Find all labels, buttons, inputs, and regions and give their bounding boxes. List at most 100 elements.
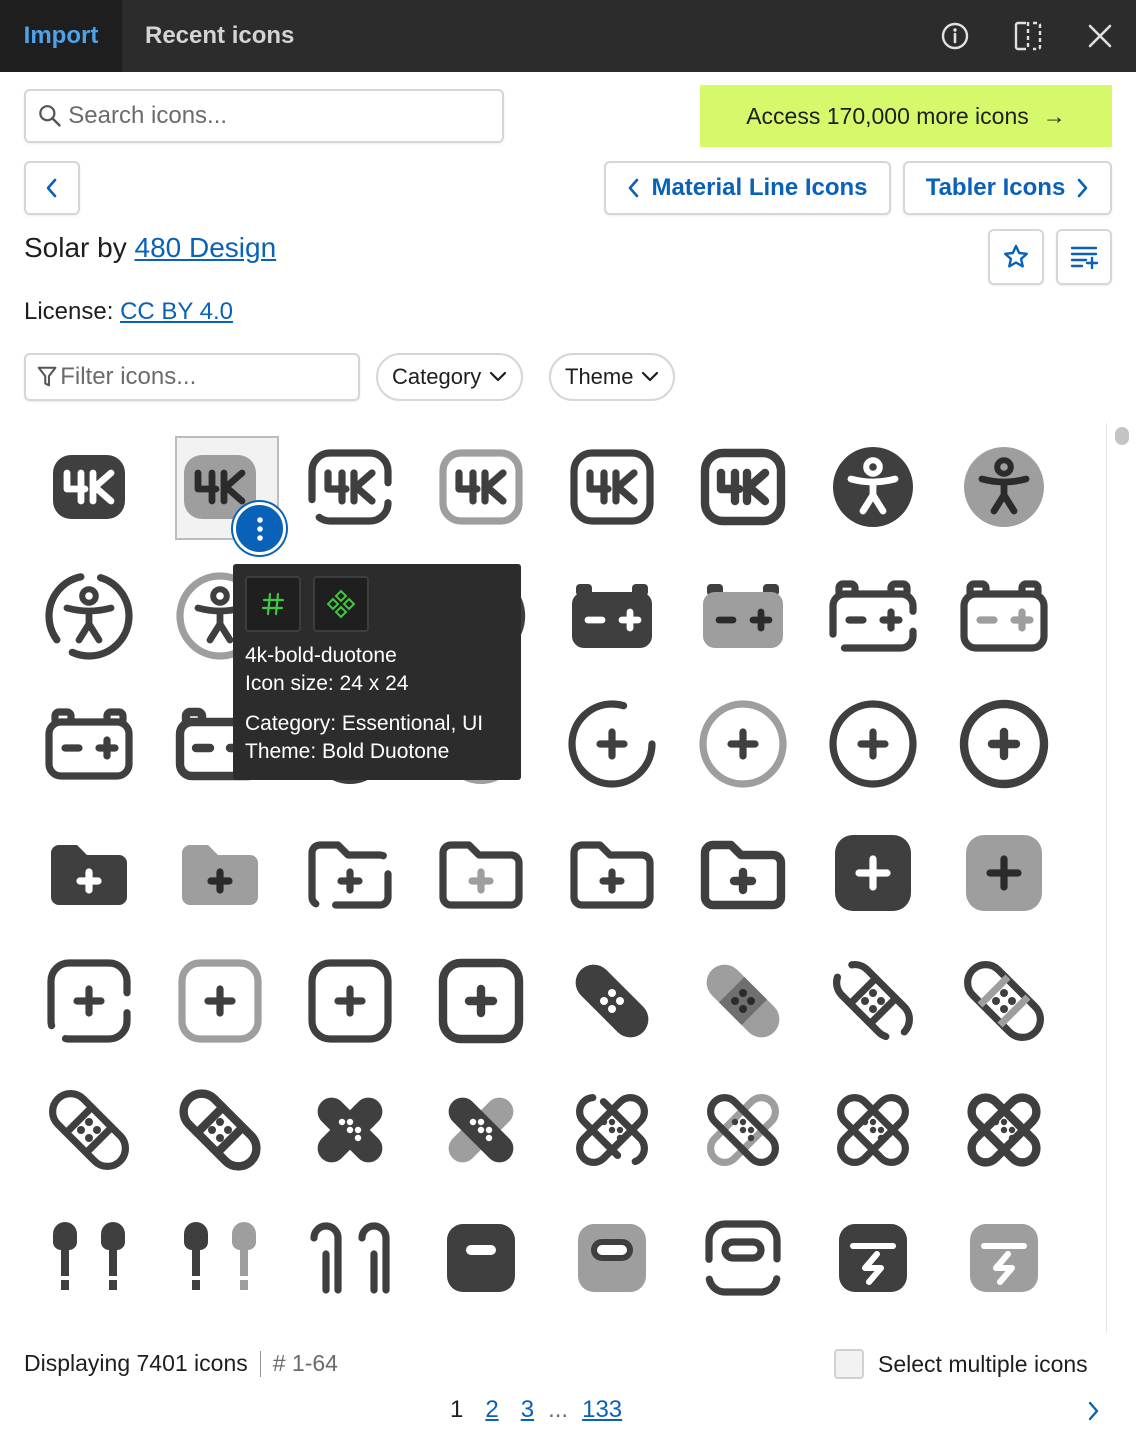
adhesive-plaster-2-bold-icon[interactable] <box>285 1066 415 1194</box>
add-square-bold-icon[interactable] <box>808 809 938 937</box>
add-square-bold-duotone-icon[interactable] <box>939 809 1069 937</box>
accumulator-bold-icon[interactable] <box>547 552 677 680</box>
airbuds-case-broken-icon[interactable] <box>678 1194 808 1322</box>
layout-toggle-icon[interactable] <box>1010 18 1046 54</box>
add-folder-outline-icon[interactable] <box>678 809 808 937</box>
select-multiple[interactable]: Select multiple icons <box>834 1349 1088 1379</box>
select-multiple-checkbox[interactable] <box>834 1349 864 1379</box>
page-current: 1 <box>450 1396 464 1423</box>
filter-box[interactable] <box>24 353 360 401</box>
4k-line-duotone-icon[interactable] <box>416 423 546 551</box>
add-circle-outline-glyph <box>956 696 1052 792</box>
airbuds-case-bold-duotone-icon[interactable] <box>547 1194 677 1322</box>
airbuds-case-bold-icon[interactable] <box>416 1194 546 1322</box>
airbuds-bold-duotone-icon[interactable] <box>155 1194 285 1322</box>
adhesive-plaster-bold-icon[interactable] <box>547 937 677 1065</box>
copy-code-button[interactable] <box>245 576 301 632</box>
copy-component-button[interactable] <box>313 576 369 632</box>
filter-input[interactable] <box>60 363 358 391</box>
icon-count: Displaying 7401 icons # 1-64 <box>24 1350 338 1377</box>
adhesive-plaster-outline-icon[interactable] <box>155 1066 285 1194</box>
adhesive-plaster-linear-glyph <box>41 1082 137 1178</box>
add-folder-bold-icon[interactable] <box>24 809 154 937</box>
back-button[interactable] <box>24 161 80 215</box>
adhesive-plaster-linear-icon[interactable] <box>24 1066 154 1194</box>
4k-linear-icon[interactable] <box>547 423 677 551</box>
add-square-linear-icon[interactable] <box>285 937 415 1065</box>
accumulator-bold-duotone-icon[interactable] <box>678 552 808 680</box>
4k-bold-icon[interactable] <box>24 423 154 551</box>
adhesive-plaster-2-bold-duotone-icon[interactable] <box>416 1066 546 1194</box>
add-folder-line-duotone-glyph <box>433 825 529 921</box>
icon-more-button[interactable] <box>233 502 286 555</box>
range-label: # 1-64 <box>272 1350 338 1376</box>
add-circle-linear-icon[interactable] <box>808 680 938 808</box>
tab-recent-icons[interactable]: Recent icons <box>145 0 294 72</box>
add-circle-broken-glyph <box>564 696 660 792</box>
close-icon[interactable] <box>1082 18 1118 54</box>
accessibility-bold-duotone-icon[interactable] <box>939 423 1069 551</box>
next-page-button[interactable] <box>1080 1396 1106 1426</box>
page-link-3[interactable]: 3 <box>521 1396 534 1424</box>
add-square-line-duotone-icon[interactable] <box>155 937 285 1065</box>
accessibility-broken-icon[interactable] <box>24 552 154 680</box>
grid-scrollbar[interactable] <box>1106 423 1136 1333</box>
accessibility-bold-icon[interactable] <box>808 423 938 551</box>
adhesive-plaster-2-broken-icon[interactable] <box>547 1066 677 1194</box>
accumulator-line-duotone-icon[interactable] <box>939 552 1069 680</box>
next-set-button[interactable]: Tabler Icons <box>903 161 1112 215</box>
list-settings-button[interactable] <box>1056 229 1112 285</box>
accumulator-broken-icon[interactable] <box>808 552 938 680</box>
airbuds-case-charge-bold-duotone-icon[interactable] <box>939 1194 1069 1322</box>
license-link[interactable]: CC BY 4.0 <box>120 298 233 325</box>
search-box[interactable] <box>24 89 504 143</box>
pagination: 1 2 3 ... 133 <box>450 1396 622 1424</box>
search-input[interactable] <box>68 102 502 130</box>
scroll-thumb[interactable] <box>1115 427 1129 445</box>
add-square-broken-icon[interactable] <box>24 937 154 1065</box>
accumulator-linear-icon[interactable] <box>24 680 154 808</box>
top-bar: Import Recent icons <box>0 0 1136 72</box>
chevron-right-icon <box>1088 1401 1099 1421</box>
add-folder-bold-duotone-glyph <box>172 825 268 921</box>
adhesive-plaster-2-line-duotone-icon[interactable] <box>678 1066 808 1194</box>
tab-import[interactable]: Import <box>0 0 122 72</box>
adhesive-plaster-broken-icon[interactable] <box>808 937 938 1065</box>
chevron-left-icon <box>46 178 57 198</box>
info-icon[interactable] <box>937 18 973 54</box>
add-folder-bold-duotone-icon[interactable] <box>155 809 285 937</box>
airbuds-case-charge-bold-icon[interactable] <box>808 1194 938 1322</box>
adhesive-plaster-2-outline-icon[interactable] <box>939 1066 1069 1194</box>
4k-outline-glyph <box>695 439 791 535</box>
favorite-button[interactable] <box>988 229 1044 285</box>
theme-dropdown[interactable]: Theme <box>549 353 676 401</box>
prev-set-button[interactable]: Material Line Icons <box>604 161 891 215</box>
add-circle-line-duotone-icon[interactable] <box>678 680 808 808</box>
search-icon <box>39 105 61 127</box>
adhesive-plaster-2-line-duotone-glyph <box>695 1082 791 1178</box>
add-folder-linear-icon[interactable] <box>547 809 677 937</box>
airbuds-broken-icon[interactable] <box>285 1194 415 1322</box>
next-set-label: Tabler Icons <box>925 174 1066 201</box>
airbuds-bold-icon[interactable] <box>24 1194 154 1322</box>
set-author-link[interactable]: 480 Design <box>135 232 277 263</box>
airbuds-case-bold-glyph <box>433 1210 529 1306</box>
category-label: Category <box>392 364 482 389</box>
icon-set-title: Solar by 480 Design <box>24 232 276 264</box>
add-square-outline-icon[interactable] <box>416 937 546 1065</box>
4k-broken-icon[interactable] <box>285 423 415 551</box>
4k-outline-icon[interactable] <box>678 423 808 551</box>
category-dropdown[interactable]: Category <box>376 353 524 401</box>
access-more-icons-button[interactable]: Access 170,000 more icons → <box>700 85 1112 147</box>
component-icon <box>326 589 356 619</box>
add-folder-line-duotone-icon[interactable] <box>416 809 546 937</box>
page-link-2[interactable]: 2 <box>485 1396 498 1424</box>
page-link-last[interactable]: 133 <box>582 1396 622 1424</box>
add-circle-outline-icon[interactable] <box>939 680 1069 808</box>
adhesive-plaster-line-duotone-icon[interactable] <box>939 937 1069 1065</box>
promo-label: Access 170,000 more icons <box>746 102 1029 129</box>
adhesive-plaster-bold-duotone-icon[interactable] <box>678 937 808 1065</box>
add-circle-broken-icon[interactable] <box>547 680 677 808</box>
add-folder-broken-icon[interactable] <box>285 809 415 937</box>
adhesive-plaster-2-linear-icon[interactable] <box>808 1066 938 1194</box>
